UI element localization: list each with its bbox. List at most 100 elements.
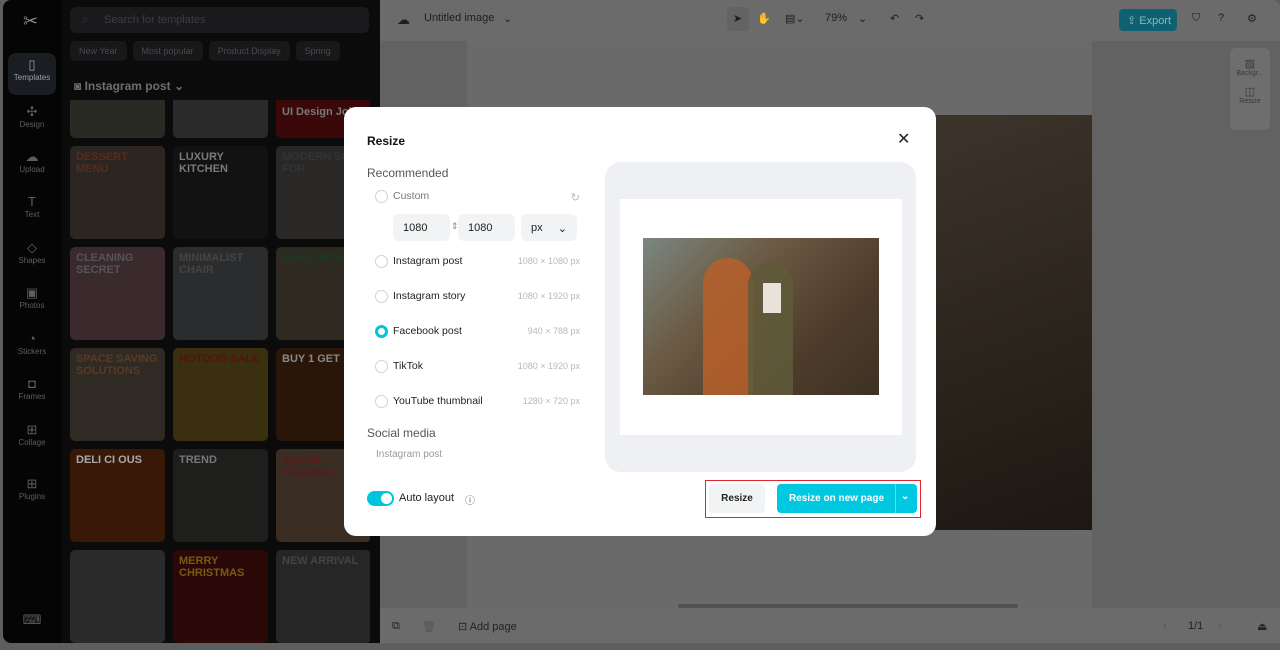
template-thumbnail[interactable]: HOTDOG SALE [173,348,268,441]
template-thumbnail[interactable]: LUXURY KITCHEN [173,146,268,239]
template-thumbnail[interactable] [70,100,165,138]
help-icon[interactable]: ? [1218,12,1224,24]
radio[interactable] [375,190,388,203]
collage-icon: ⊞ [26,422,38,437]
pages-panel-icon[interactable]: ⏏ [1257,620,1267,633]
template-thumbnail[interactable]: CLEANING SECRET [70,247,165,340]
keyboard-shortcuts-button[interactable]: ⌨ [8,608,56,650]
template-thumbnail[interactable]: NEW ARRIVAL [276,550,370,643]
social-instagram-post[interactable]: Instagram post [376,449,442,460]
close-icon[interactable]: ✕ [897,129,910,149]
height-input[interactable]: 1080 [458,214,515,241]
design-icon: ✣ [26,104,38,119]
option-label: Custom [393,190,430,202]
search-input[interactable]: ⌕ Search for templates [70,7,369,33]
plugins-icon: ⊞ [26,476,38,491]
option-size: 940 × 788 px [527,326,580,336]
right-panel: ▨ Backgr... ◫ Resize [1230,48,1270,130]
radio[interactable] [375,290,388,303]
chip-most-popular[interactable]: Most popular [132,41,203,61]
preview-page [620,199,902,435]
zoom-chevron-icon[interactable]: ⌄ [858,12,867,25]
prev-page-icon[interactable]: ‹ [1163,620,1167,632]
option-tiktok[interactable]: TikTok 1080 × 1920 px [375,359,580,375]
duplicate-page-icon[interactable]: ⧉ [392,620,400,633]
sidebar-item-upload[interactable]: ☁ Upload [8,145,56,187]
select-tool-icon[interactable]: ➤ [727,7,749,31]
option-custom[interactable]: Custom ↻ [375,189,580,205]
template-thumbnail[interactable]: MERRY CHRISTMAS [173,550,268,643]
resize-icon[interactable]: ◫ [1230,85,1270,98]
hand-tool-icon[interactable]: ✋ [757,12,771,25]
option-size: 1080 × 1920 px [517,291,580,301]
template-thumbnail[interactable]: DESSERT MENU [70,146,165,239]
sidebar-item-collage[interactable]: ⊞ Collage [8,418,56,460]
preview-photo [643,238,879,395]
top-toolbar: ☁ Untitled image ⌄ ➤ ✋ ▤⌄ 79% ⌄ ↶ ↷ ⇪ Ex… [380,0,1280,41]
radio[interactable] [375,255,388,268]
export-button[interactable]: ⇪ Export [1119,9,1177,31]
capcut-logo-icon[interactable]: ✂ [23,11,38,32]
resize-panel-button[interactable]: Resize [1230,98,1270,105]
cloud-icon[interactable]: ☁ [397,12,410,28]
chevron-down-icon: ⌄ [557,223,567,235]
option-size: 1080 × 1920 px [517,361,580,371]
resize-dialog: Resize ✕ Recommended Custom ↻ 1080 ⇕ 1080… [344,107,936,536]
label: Stickers [17,347,47,356]
frames-icon: ◘ [28,376,36,391]
category-dropdown[interactable]: ◙ Instagram post ⌄ [74,79,184,93]
search-placeholder: Search for templates [104,14,206,26]
option-facebook-post[interactable]: Facebook post 940 × 788 px [375,324,580,340]
unit-select[interactable]: px ⌄ [521,214,577,241]
width-input[interactable]: 1080 [393,214,450,241]
redo-icon[interactable]: ↷ [915,12,924,25]
option-youtube-thumbnail[interactable]: YouTube thumbnail 1280 × 720 px [375,394,580,410]
radio[interactable] [375,395,388,408]
template-thumbnail[interactable]: DELI CI OUS [70,449,165,542]
chip-spring[interactable]: Spring [295,41,340,61]
option-instagram-story[interactable]: Instagram story 1080 × 1920 px [375,289,580,305]
export-label: Export [1139,15,1172,27]
option-instagram-post[interactable]: Instagram post 1080 × 1080 px [375,254,580,270]
next-page-icon[interactable]: › [1218,620,1222,632]
settings-icon[interactable]: ⚙ [1247,12,1257,25]
sidebar-item-shapes[interactable]: ◇ Shapes [8,236,56,278]
template-thumbnail[interactable]: SPACE SAVING SOLUTIONS [70,348,165,441]
template-thumbnail[interactable] [70,550,165,643]
info-icon[interactable]: ⓘ [465,492,475,507]
sidebar-item-templates[interactable]: ▯ Templates [8,53,56,95]
auto-layout-toggle[interactable] [367,491,394,506]
delete-page-icon[interactable]: 🗑 [422,620,436,633]
chip-product-display[interactable]: Product Display [208,41,290,61]
templates-icon: ▯ [28,57,36,72]
option-label: TikTok [393,360,423,372]
template-thumbnail[interactable]: TREND [173,449,268,542]
zoom-level[interactable]: 79% [825,12,847,24]
search-icon: ⌕ [82,12,89,26]
background-icon[interactable]: ▨ [1230,57,1270,70]
reset-icon[interactable]: ↻ [571,191,580,204]
option-size: 1280 × 720 px [522,396,580,406]
sidebar-item-text[interactable]: T Text [8,190,56,232]
undo-icon[interactable]: ↶ [890,12,899,25]
sidebar-item-design[interactable]: ✣ Design [8,100,56,142]
background-button[interactable]: Backgr... [1230,70,1270,77]
page-indicator: 1/1 [1188,620,1204,632]
chip-new-year[interactable]: New Year [70,41,127,61]
sidebar-item-photos[interactable]: ▣ Photos [8,281,56,323]
shield-icon[interactable]: ⛉ [1192,12,1200,25]
sidebar-item-plugins[interactable]: ⊞ Plugins [8,472,56,514]
title-chevron-icon[interactable]: ⌄ [503,12,512,25]
template-grid: UI Design Job DESSERT MENU LUXURY KITCHEN M… [70,100,370,643]
template-thumbnail[interactable]: MINIMALIST CHAIR [173,247,268,340]
template-thumbnail[interactable] [173,100,268,138]
text-icon: T [28,194,36,209]
sidebar-item-frames[interactable]: ◘ Frames [8,372,56,414]
document-title[interactable]: Untitled image [424,12,494,24]
layout-icon[interactable]: ▤⌄ [785,12,805,25]
sidebar-item-stickers[interactable]: ◔ Stickers [8,327,56,369]
add-page-button[interactable]: ⊡ Add page [458,620,517,633]
radio[interactable] [375,360,388,373]
radio[interactable] [375,325,388,338]
option-label: YouTube thumbnail [393,395,483,407]
